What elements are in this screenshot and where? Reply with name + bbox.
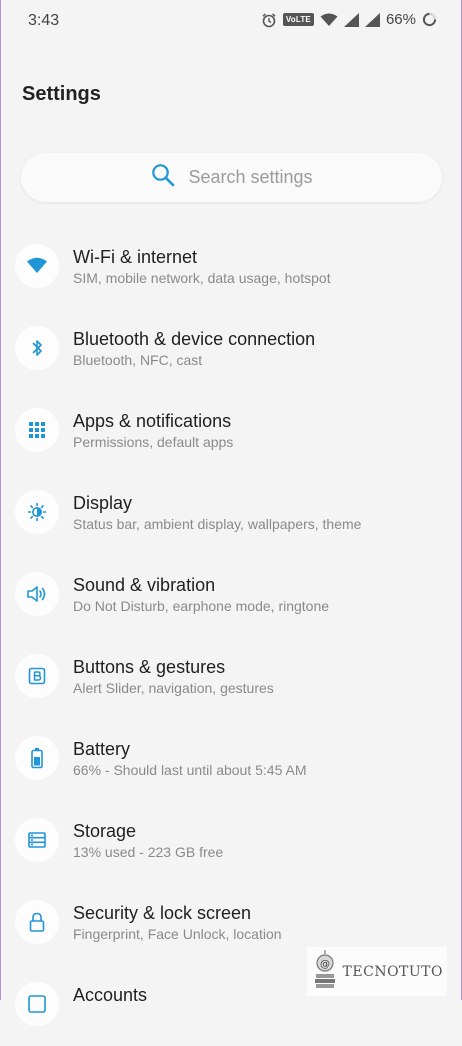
settings-item-buttons-gestures[interactable]: Buttons & gestures Alert Slider, navigat…: [1, 636, 461, 718]
settings-item-wifi-internet[interactable]: Wi-Fi & internet SIM, mobile network, da…: [1, 226, 461, 308]
settings-item-title: Wi-Fi & internet: [73, 247, 198, 267]
settings-item-storage[interactable]: Storage 13% used - 223 GB free: [1, 800, 461, 882]
settings-item-subtitle: Bluetooth, NFC, cast: [73, 352, 203, 368]
speaker-icon: [15, 572, 59, 616]
brightness-icon: [15, 490, 59, 534]
settings-item-subtitle: 13% used - 223 GB free: [73, 844, 224, 860]
settings-item-title: Buttons & gestures: [73, 657, 226, 677]
settings-item-apps-notifications[interactable]: Apps & notifications Permissions, defaul…: [1, 390, 461, 472]
bluetooth-icon: [15, 326, 59, 370]
battery-ring-icon: [422, 12, 437, 27]
apps-grid-icon: [15, 408, 59, 452]
settings-list: Wi-Fi & internet SIM, mobile network, da…: [1, 226, 461, 1046]
search-bar[interactable]: Search settings: [21, 153, 442, 202]
search-icon: [150, 162, 176, 193]
settings-item-display[interactable]: Display Status bar, ambient display, wal…: [1, 472, 461, 554]
volte-badge: VoLTE: [282, 13, 314, 26]
settings-item-bluetooth[interactable]: Bluetooth & device connection Bluetooth,…: [1, 308, 461, 390]
status-bar: 3:43 VoLTE 66%: [1, 0, 461, 42]
settings-item-sound-vibration[interactable]: Sound & vibration Do Not Disturb, earpho…: [1, 554, 461, 636]
svg-text:@: @: [320, 959, 330, 970]
settings-item-title: Security & lock screen: [73, 903, 252, 923]
lock-icon: [15, 900, 59, 944]
settings-item-subtitle: Status bar, ambient display, wallpapers,…: [73, 516, 362, 532]
settings-item-subtitle: SIM, mobile network, data usage, hotspot: [73, 270, 331, 286]
settings-item-title: Storage: [73, 821, 137, 841]
settings-item-subtitle: Alert Slider, navigation, gestures: [73, 680, 274, 696]
button-b-icon: [15, 654, 59, 698]
settings-item-subtitle: Permissions, default apps: [73, 434, 234, 450]
settings-item-battery[interactable]: Battery 66% - Should last until about 5:…: [1, 718, 461, 800]
page-title: Settings: [22, 83, 101, 105]
alarm-icon: [261, 12, 277, 28]
settings-item-title: Display: [73, 493, 133, 513]
settings-item-title: Bluetooth & device connection: [73, 329, 316, 349]
settings-item-subtitle: Fingerprint, Face Unlock, location: [73, 926, 282, 942]
settings-item-title: Sound & vibration: [73, 575, 216, 595]
battery-percent: 66%: [385, 11, 416, 28]
status-icons: VoLTE 66%: [261, 11, 437, 28]
watermark-logo-icon: @: [311, 949, 339, 994]
wifi-signal-icon: [320, 13, 338, 27]
settings-item-subtitle: 66% - Should last until about 5:45 AM: [73, 762, 307, 778]
cell-signal-icon: [343, 12, 359, 27]
search-placeholder: Search settings: [188, 167, 313, 187]
account-icon: [15, 982, 59, 1026]
status-time: 3:43: [28, 12, 60, 29]
wifi-icon: [15, 244, 59, 288]
watermark-text: TECNOTUTO: [342, 963, 443, 980]
settings-item-title: Battery: [73, 739, 131, 759]
storage-icon: [15, 818, 59, 862]
settings-item-title: Apps & notifications: [73, 411, 232, 431]
watermark: @ TECNOTUTO: [306, 947, 447, 996]
settings-item-title: Accounts: [73, 985, 148, 1005]
battery-icon: [15, 736, 59, 780]
cell-signal-roaming-icon: [364, 12, 380, 27]
settings-item-subtitle: Do Not Disturb, earphone mode, ringtone: [73, 598, 330, 614]
